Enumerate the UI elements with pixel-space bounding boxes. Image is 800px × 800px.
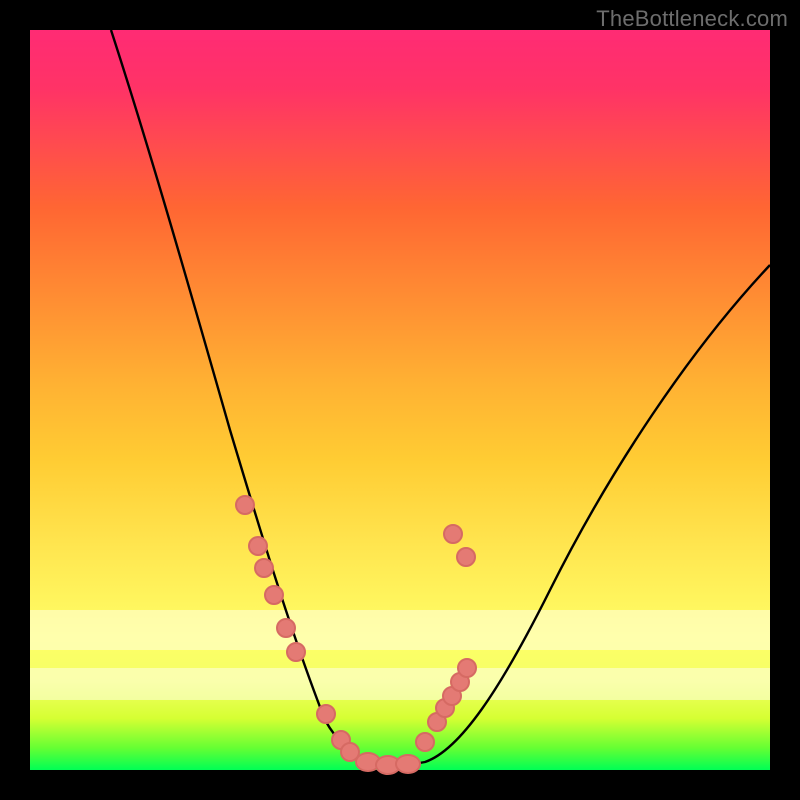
curve-layer bbox=[30, 30, 770, 770]
chart-frame: TheBottleneck.com bbox=[0, 0, 800, 800]
chart-plot-area bbox=[30, 30, 770, 770]
bottleneck-curve bbox=[111, 30, 770, 765]
marker-group bbox=[236, 496, 476, 774]
watermark-text: TheBottleneck.com bbox=[596, 6, 788, 32]
